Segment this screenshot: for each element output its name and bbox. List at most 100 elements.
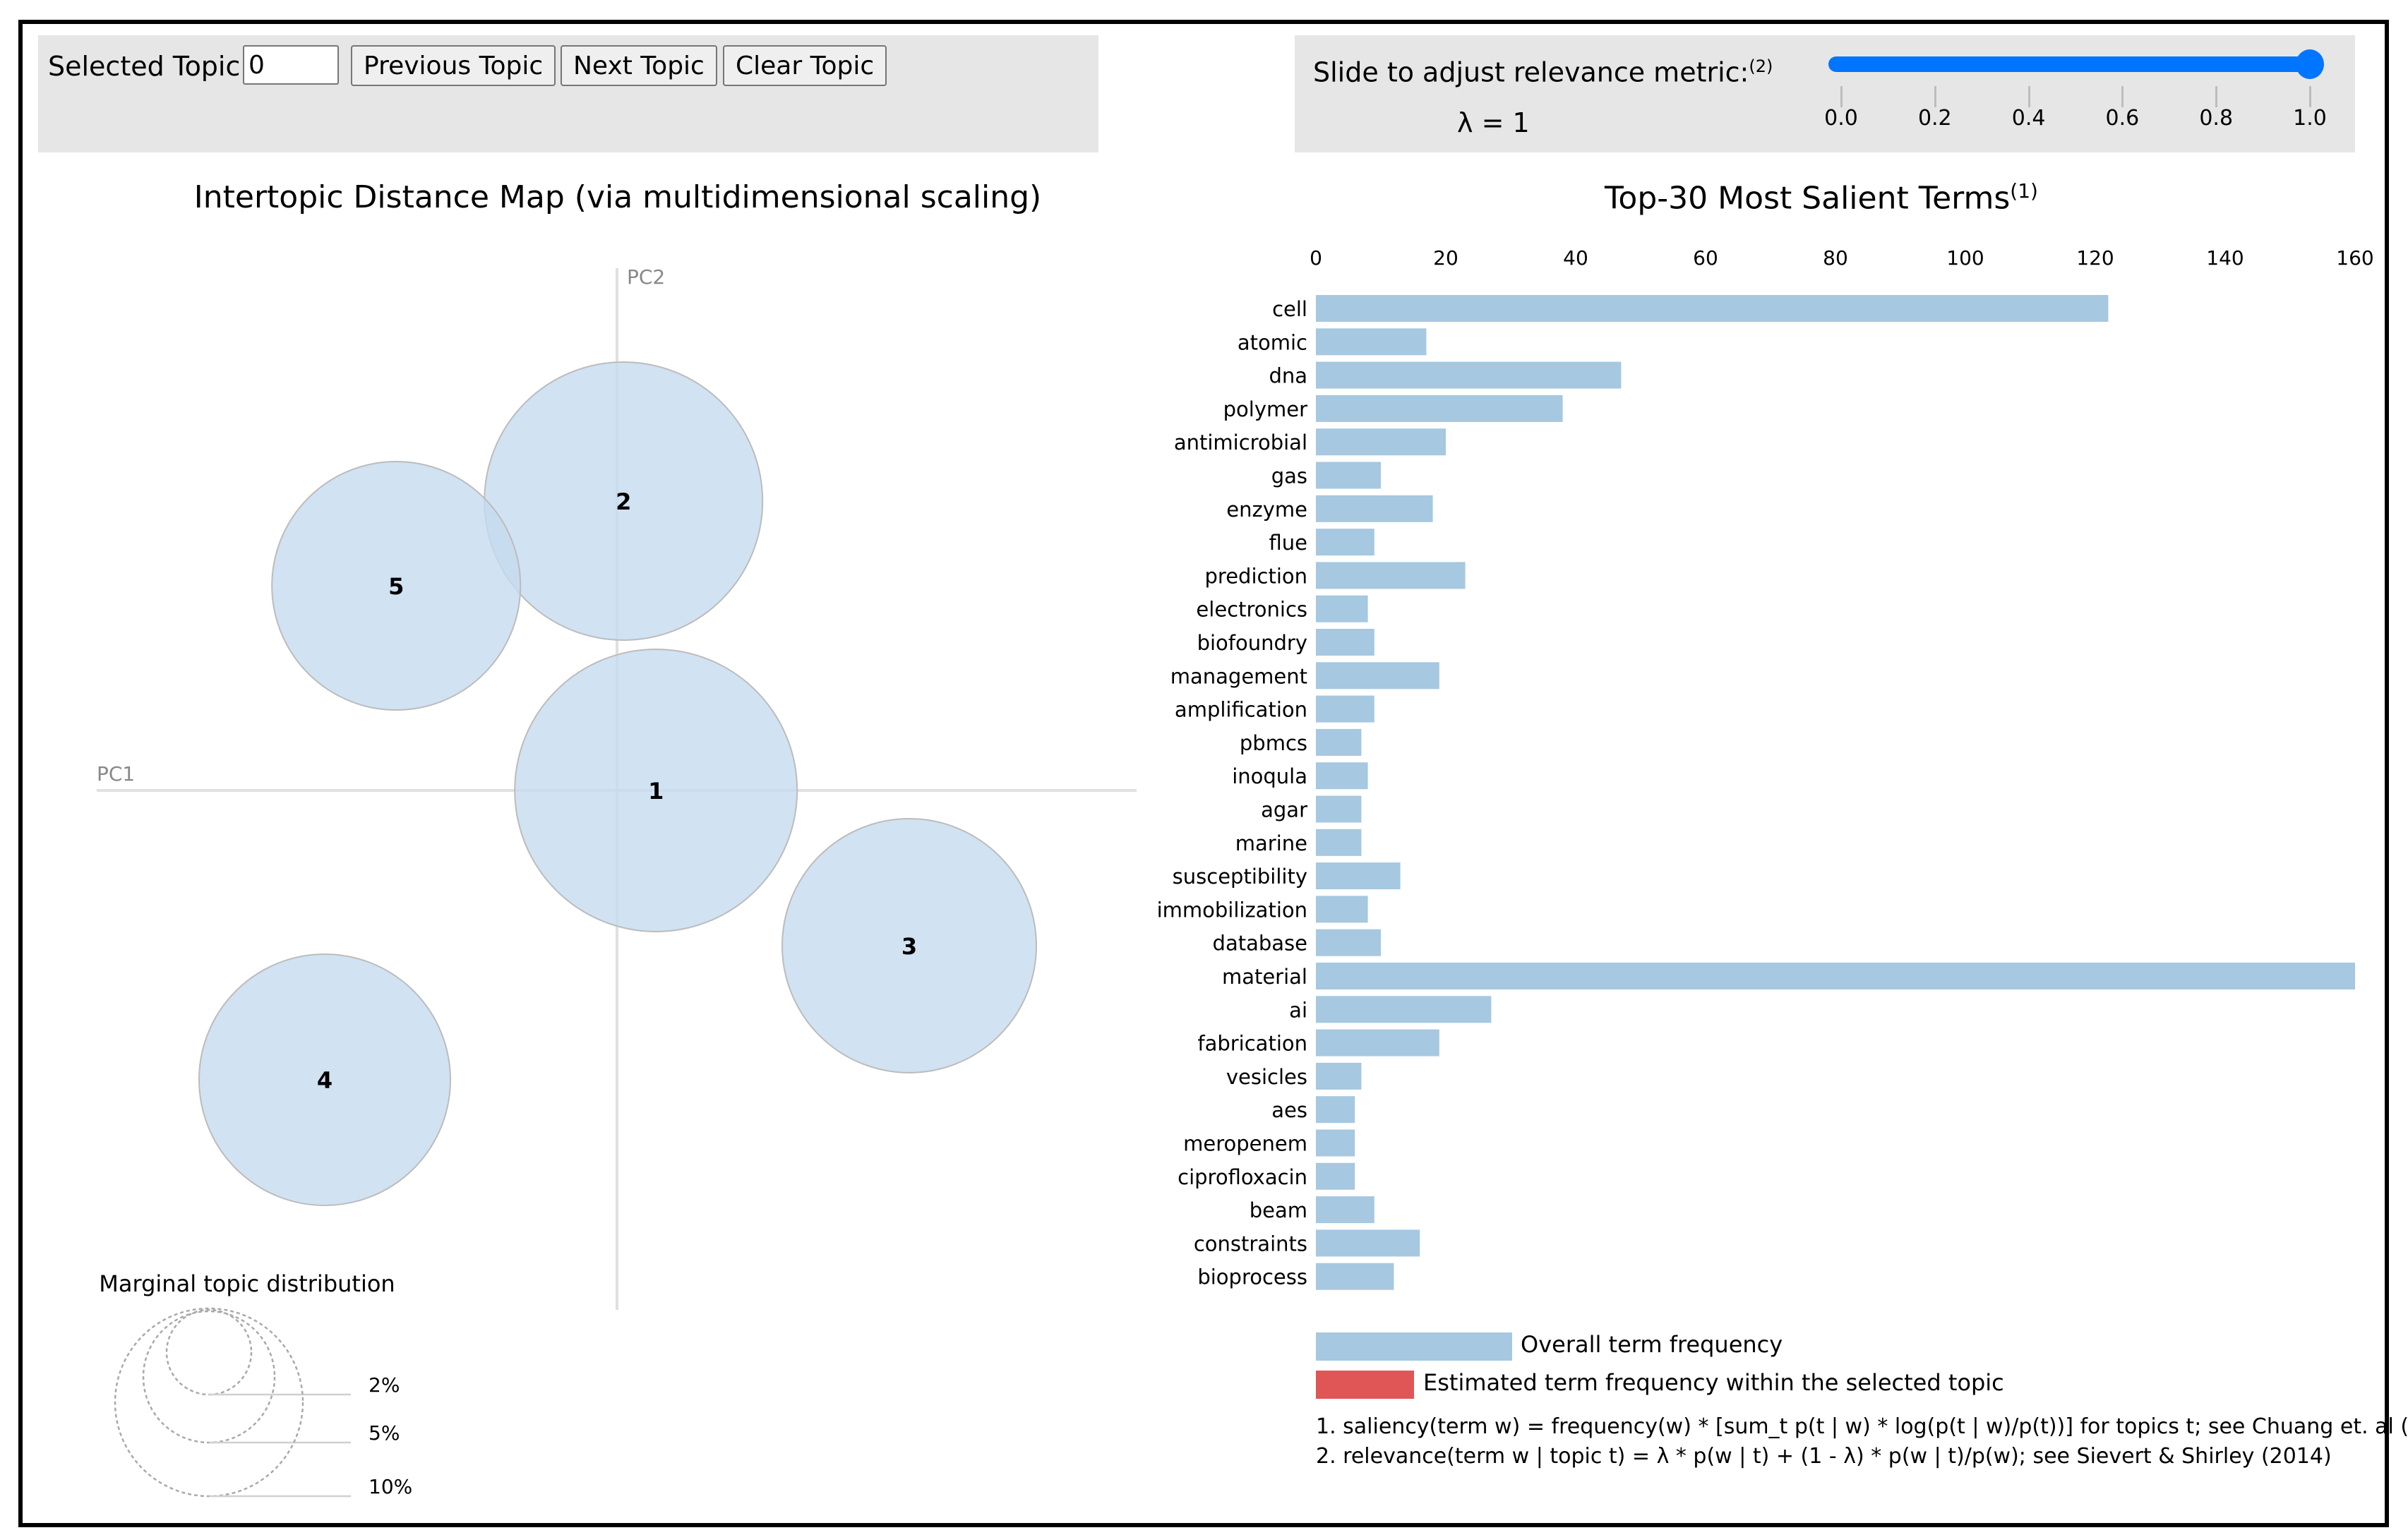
bar-overall-meropenem[interactable] <box>1316 1129 1355 1157</box>
bar-overall-ai[interactable] <box>1316 996 1492 1023</box>
term-label[interactable]: marine <box>1235 831 1307 855</box>
legend-label-overall: Overall term frequency <box>1521 1331 1783 1358</box>
bar-overall-beam[interactable] <box>1316 1196 1374 1224</box>
bar-row[interactable]: management <box>1170 662 1439 690</box>
term-label[interactable]: aes <box>1271 1098 1307 1122</box>
bar-overall-bioprocess[interactable] <box>1316 1263 1394 1290</box>
bar-x-tick-label: 20 <box>1433 246 1458 270</box>
bar-row[interactable]: atomic <box>1238 328 1427 356</box>
bar-overall-inoqula[interactable] <box>1316 762 1368 790</box>
bar-overall-susceptibility[interactable] <box>1316 862 1401 890</box>
term-label[interactable]: database <box>1213 932 1307 956</box>
bar-overall-management[interactable] <box>1316 662 1439 690</box>
term-label[interactable]: enzyme <box>1226 498 1307 522</box>
bar-overall-marine[interactable] <box>1316 829 1362 856</box>
bar-x-tick-label: 60 <box>1693 246 1718 270</box>
term-label[interactable]: constraints <box>1194 1232 1307 1256</box>
term-label[interactable]: electronics <box>1196 598 1307 622</box>
bar-row[interactable]: vesicles <box>1226 1062 1362 1090</box>
term-label[interactable]: gas <box>1271 464 1307 488</box>
term-label[interactable]: management <box>1170 664 1307 688</box>
bar-overall-ciprofloxacin[interactable] <box>1316 1162 1355 1190</box>
term-label[interactable]: immobilization <box>1157 898 1307 922</box>
term-label[interactable]: inoqula <box>1232 764 1307 788</box>
term-label[interactable]: dna <box>1269 364 1307 388</box>
bar-row[interactable]: pbmcs <box>1240 728 1362 756</box>
bar-row[interactable]: material <box>1222 963 2355 989</box>
bar-overall-atomic[interactable] <box>1316 328 1427 356</box>
bar-row[interactable]: prediction <box>1205 562 1466 589</box>
bar-row[interactable]: flue <box>1269 529 1374 556</box>
footnote-saliency: 1. saliency(term w) = frequency(w) * [su… <box>1316 1414 2408 1439</box>
bar-overall-pbmcs[interactable] <box>1316 728 1362 756</box>
bar-overall-amplification[interactable] <box>1316 695 1374 723</box>
bar-row[interactable]: susceptibility <box>1173 862 1401 890</box>
footnote-relevance: 2. relevance(term w | topic t) = λ * p(w… <box>1316 1444 2332 1469</box>
bar-overall-prediction[interactable] <box>1316 562 1466 589</box>
bar-x-tick-label: 120 <box>2076 246 2114 270</box>
term-label[interactable]: susceptibility <box>1173 865 1307 889</box>
bar-row[interactable]: gas <box>1271 462 1381 489</box>
bar-overall-agar[interactable] <box>1316 795 1362 823</box>
term-label[interactable]: meropenem <box>1183 1132 1307 1156</box>
term-label[interactable]: amplification <box>1175 698 1307 722</box>
bar-row[interactable]: inoqula <box>1232 762 1368 790</box>
term-label[interactable]: prediction <box>1205 564 1308 588</box>
bar-row[interactable]: marine <box>1235 829 1362 856</box>
bar-row[interactable]: agar <box>1261 795 1362 823</box>
bar-overall-database[interactable] <box>1316 929 1381 956</box>
bar-overall-cell[interactable] <box>1316 295 2109 322</box>
bar-row[interactable]: beam <box>1250 1196 1374 1224</box>
bar-row[interactable]: meropenem <box>1183 1129 1355 1157</box>
term-label[interactable]: polymer <box>1223 397 1307 421</box>
term-label[interactable]: bioprocess <box>1197 1265 1307 1289</box>
term-label[interactable]: beam <box>1250 1198 1307 1222</box>
bar-row[interactable]: electronics <box>1196 595 1368 622</box>
bar-row[interactable]: dna <box>1269 361 1622 389</box>
term-label[interactable]: vesicles <box>1226 1065 1307 1089</box>
bar-row[interactable]: constraints <box>1194 1229 1420 1257</box>
term-label[interactable]: pbmcs <box>1240 731 1307 755</box>
term-label[interactable]: flue <box>1269 531 1308 555</box>
bar-row[interactable]: fabrication <box>1197 1029 1439 1057</box>
bar-overall-flue[interactable] <box>1316 529 1374 556</box>
bar-row[interactable]: immobilization <box>1157 896 1368 923</box>
bar-overall-constraints[interactable] <box>1316 1229 1420 1257</box>
bar-row[interactable]: polymer <box>1223 395 1563 422</box>
bar-overall-antimicrobial[interactable] <box>1316 428 1446 456</box>
bar-overall-aes[interactable] <box>1316 1096 1355 1124</box>
bar-overall-electronics[interactable] <box>1316 595 1368 622</box>
bar-overall-vesicles[interactable] <box>1316 1062 1362 1090</box>
bar-row[interactable]: ai <box>1289 996 1492 1023</box>
bar-x-tick-label: 0 <box>1310 246 1322 270</box>
term-label[interactable]: agar <box>1261 798 1307 822</box>
legend-swatch-overall <box>1316 1332 1512 1361</box>
bar-overall-polymer[interactable] <box>1316 395 1563 422</box>
bar-row[interactable]: biofoundry <box>1197 629 1374 656</box>
term-label[interactable]: ai <box>1289 998 1307 1022</box>
term-label[interactable]: antimicrobial <box>1174 431 1307 455</box>
bar-row[interactable]: enzyme <box>1226 495 1433 522</box>
bar-overall-dna[interactable] <box>1316 361 1622 389</box>
bar-row[interactable]: bioprocess <box>1197 1263 1394 1290</box>
bar-x-tick-label: 100 <box>1946 246 1984 270</box>
bar-overall-material[interactable] <box>1316 963 2355 989</box>
bar-rows: cell atomic dna polymer antimicrobial gas enzy… <box>1157 295 2355 1290</box>
term-label[interactable]: ciprofloxacin <box>1178 1165 1307 1189</box>
bar-row[interactable]: antimicrobial <box>1174 428 1446 456</box>
bar-row[interactable]: aes <box>1271 1096 1355 1124</box>
bar-row[interactable]: database <box>1213 929 1381 956</box>
term-label[interactable]: material <box>1222 965 1307 989</box>
bar-overall-enzyme[interactable] <box>1316 495 1433 522</box>
bar-row[interactable]: cell <box>1272 295 2109 322</box>
term-label[interactable]: atomic <box>1238 330 1307 354</box>
bar-overall-biofoundry[interactable] <box>1316 629 1374 656</box>
bar-row[interactable]: ciprofloxacin <box>1178 1162 1355 1190</box>
bar-row[interactable]: amplification <box>1175 695 1374 723</box>
bar-overall-immobilization[interactable] <box>1316 896 1368 923</box>
term-label[interactable]: biofoundry <box>1197 631 1307 655</box>
term-label[interactable]: fabrication <box>1197 1032 1307 1056</box>
bar-overall-gas[interactable] <box>1316 462 1381 489</box>
term-label[interactable]: cell <box>1272 297 1307 321</box>
bar-overall-fabrication[interactable] <box>1316 1029 1439 1057</box>
